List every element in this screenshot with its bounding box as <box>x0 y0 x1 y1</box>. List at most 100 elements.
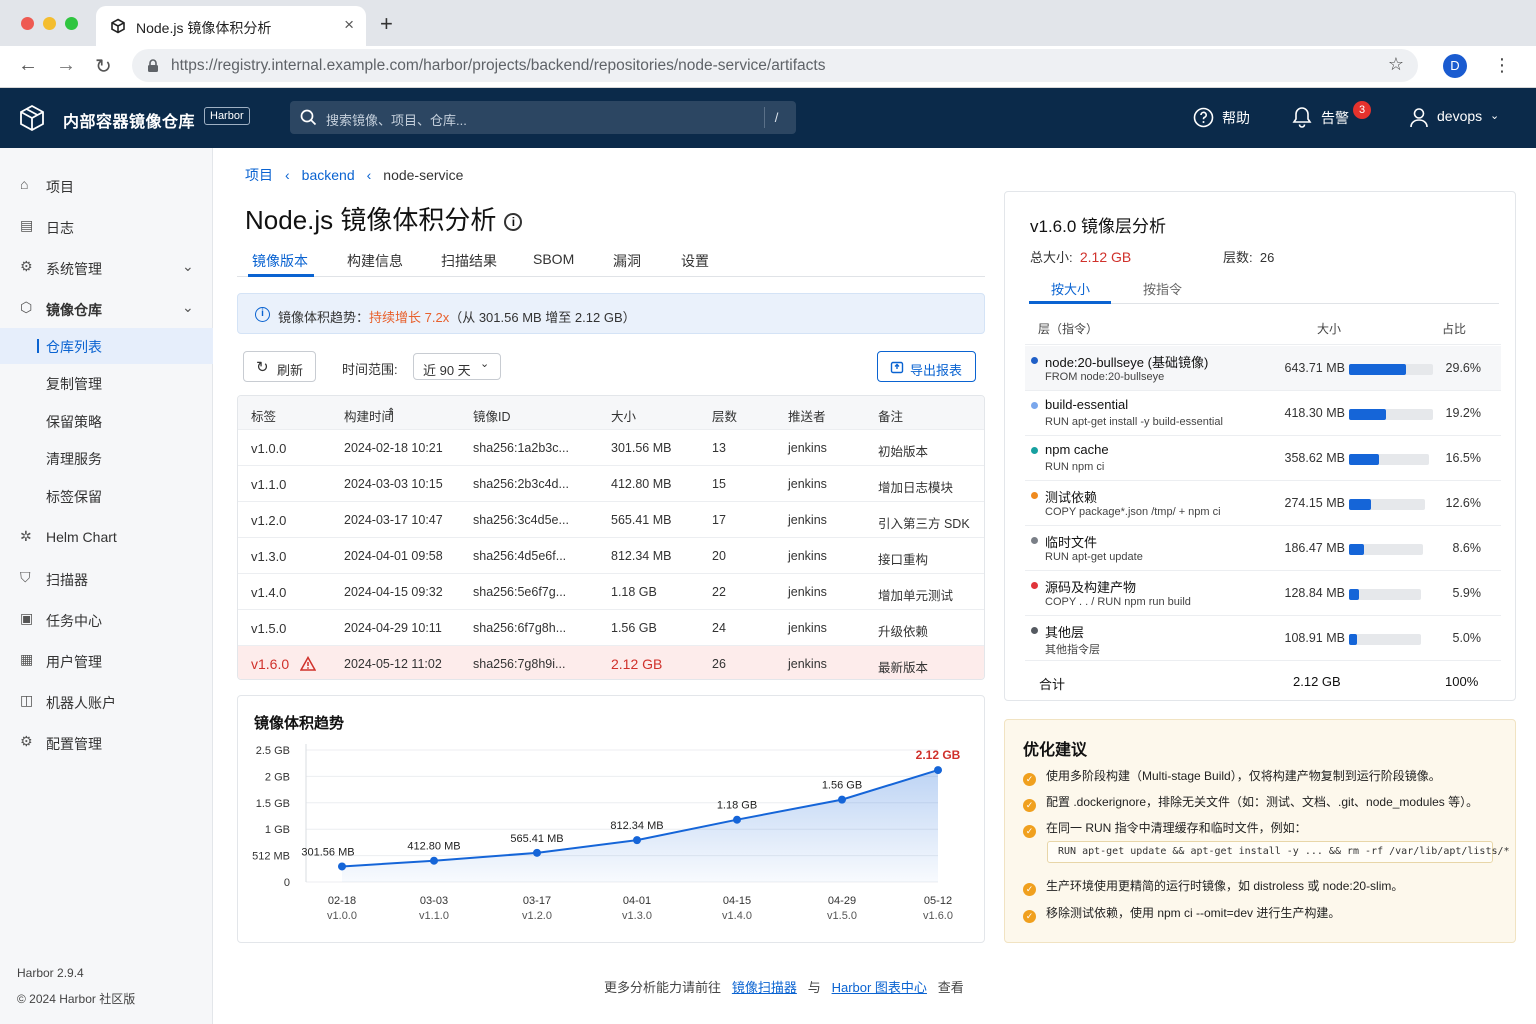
layer-command: RUN npm ci <box>1045 461 1105 473</box>
maximize-window-button[interactable] <box>65 17 78 30</box>
help-link[interactable]: 帮助 <box>1222 108 1250 128</box>
tab-scan-results[interactable]: 扫描结果 <box>441 251 497 271</box>
sidebar-sub-replication[interactable]: 复制管理 <box>0 365 213 401</box>
range-select[interactable]: 近 90 天 ⌄ <box>413 353 501 380</box>
help-icon[interactable] <box>1193 107 1214 128</box>
alerts-link[interactable]: 告警 <box>1321 108 1349 128</box>
chevron-down-icon[interactable]: ⌄ <box>1490 109 1499 122</box>
cell-tag[interactable]: v1.5.0 <box>251 621 286 636</box>
cell-tag[interactable]: v1.4.0 <box>251 585 286 600</box>
bell-icon[interactable] <box>1292 106 1312 128</box>
table-row[interactable]: v1.1.0 2024-03-03 10:15 sha256:2b3c4d... 41… <box>238 466 984 502</box>
sidebar-sub-repo-list[interactable]: 仓库列表 <box>0 328 213 364</box>
bookmark-star-icon[interactable]: ☆ <box>1388 54 1404 75</box>
sidebar-item-label: 用户管理 <box>46 654 102 670</box>
layer-row[interactable]: build-essential RUN apt-get install -y bu… <box>1025 391 1501 436</box>
layer-command: COPY . . / RUN npm run build <box>1045 596 1191 608</box>
refresh-button[interactable]: ↻ 刷新 <box>243 351 316 382</box>
cell-size: 412.80 MB <box>611 477 672 491</box>
cell-tag[interactable]: v1.2.0 <box>251 513 286 528</box>
user-menu[interactable]: devops <box>1437 108 1482 124</box>
sidebar-sub-tag-retention[interactable]: 标签保留 <box>0 478 213 514</box>
forward-icon[interactable]: → <box>56 54 76 77</box>
tab-build-info[interactable]: 构建信息 <box>347 251 403 271</box>
sidebar-item-logs[interactable]: ▤ 日志 <box>0 208 213 246</box>
sidebar-item-users[interactable]: ▦ 用户管理 <box>0 642 213 680</box>
sidebar-item-registry[interactable]: ⬡ 镜像仓库 ⌄ <box>0 290 213 328</box>
tab-by-instruction[interactable]: 按指令 <box>1143 279 1182 298</box>
url-path: /harbor/projects/backend/repositories/no… <box>418 57 826 74</box>
cell-pusher: jenkins <box>788 477 827 491</box>
new-tab-button[interactable]: + <box>380 11 393 37</box>
cell-tag[interactable]: v1.1.0 <box>251 477 286 492</box>
sidebar-item-robots[interactable]: ◫ 机器人账户 <box>0 683 213 721</box>
table-row-latest[interactable]: v1.6.0 2024-05-12 11:02 sha256:7g8h9i... 2… <box>238 646 984 679</box>
sidebar-item-scanners[interactable]: ⛉ 扫描器 <box>0 560 213 598</box>
address-bar[interactable]: https://registry.internal.example.com/ha… <box>132 49 1418 82</box>
sidebar-item-label: 配置管理 <box>46 736 102 752</box>
table-row[interactable]: v1.5.0 2024-04-29 10:11 sha256:6f7g8h... 1.… <box>238 610 984 646</box>
x-tick-label: 04-15 <box>723 895 751 907</box>
layer-row[interactable]: 临时文件 RUN apt-get update 186.47 MB 8.6% <box>1025 526 1501 571</box>
alert-highlight: 持续增长 7.2x <box>369 310 450 325</box>
tab-sbom[interactable]: SBOM <box>533 251 574 267</box>
x-tick-label: 03-17 <box>523 895 551 907</box>
cell-note: 升级依赖 <box>878 625 929 639</box>
cell-layers: 24 <box>712 621 726 635</box>
user-icon[interactable] <box>1409 107 1429 128</box>
minimize-window-button[interactable] <box>43 17 56 30</box>
table-row[interactable]: v1.4.0 2024-04-15 09:32 sha256:5e6f7g... 1.… <box>238 574 984 610</box>
footer-link-charts[interactable]: Harbor 图表中心 <box>832 980 927 995</box>
sidebar-item-projects[interactable]: ⌂ 项目 <box>0 167 213 205</box>
sidebar-item-label: Helm Chart <box>46 529 117 545</box>
tab-vulnerabilities[interactable]: 漏洞 <box>613 251 641 271</box>
sidebar-item-system[interactable]: ⚙ 系统管理 ⌄ <box>0 249 213 287</box>
table-row[interactable]: v1.2.0 2024-03-17 10:47 sha256:3c4d5e... 56… <box>238 502 984 538</box>
sidebar-item-helm[interactable]: ✲ Helm Chart <box>0 519 213 557</box>
export-icon <box>890 361 904 374</box>
layer-row[interactable]: 测试依赖 COPY package*.json /tmp/ + npm ci 274… <box>1025 481 1501 526</box>
sidebar-sub-retention[interactable]: 保留策略 <box>0 403 213 439</box>
sort-icon[interactable]: ⇕ <box>387 407 395 418</box>
back-icon[interactable]: ← <box>18 54 38 77</box>
close-window-button[interactable] <box>21 17 34 30</box>
cell-id: sha256:6f7g8h... <box>473 621 567 635</box>
cell-note: 增加日志模块 <box>878 481 954 495</box>
breadcrumb-projects[interactable]: 项目 <box>245 167 273 183</box>
x-tick-sublabel: v1.0.0 <box>327 910 357 922</box>
cell-tag[interactable]: v1.3.0 <box>251 549 286 564</box>
chevron-down-icon: ⌄ <box>182 299 194 315</box>
data-label: 412.80 MB <box>407 841 460 853</box>
data-label: 565.41 MB <box>510 833 563 845</box>
cell-tag[interactable]: v1.6.0 <box>251 656 289 672</box>
data-point <box>934 766 942 775</box>
tab-settings[interactable]: 设置 <box>681 251 709 271</box>
tab-versions[interactable]: 镜像版本 <box>252 251 308 271</box>
breadcrumb-project[interactable]: backend <box>302 167 355 183</box>
info-icon[interactable]: i <box>504 213 523 231</box>
reload-icon[interactable]: ↻ <box>95 54 112 79</box>
layer-row[interactable]: 其他层 其他指令层 108.91 MB 5.0% <box>1025 616 1501 661</box>
global-search-input[interactable]: 搜索镜像、项目、仓库... / <box>290 101 796 134</box>
check-icon: ✓ <box>1023 799 1036 812</box>
browser-menu-icon[interactable]: ⋮ <box>1493 55 1511 76</box>
export-report-button[interactable]: 导出报表 <box>877 351 976 382</box>
search-placeholder: 搜索镜像、项目、仓库... <box>326 113 467 128</box>
layer-row[interactable]: npm cache RUN npm ci 358.62 MB 16.5% <box>1025 436 1501 481</box>
footer-link-scanner[interactable]: 镜像扫描器 <box>732 980 797 995</box>
alert-prefix: 镜像体积趋势： <box>278 310 370 325</box>
sidebar-sub-gc[interactable]: 清理服务 <box>0 440 213 476</box>
harbor-logo-icon[interactable] <box>18 104 46 132</box>
cell-tag[interactable]: v1.0.0 <box>251 441 286 456</box>
sidebar-item-tasks[interactable]: ▣ 任务中心 <box>0 601 213 639</box>
layer-row[interactable]: 源码及构建产物 COPY . . / RUN npm run build 128.8… <box>1025 571 1501 616</box>
tab-by-size[interactable]: 按大小 <box>1051 279 1090 298</box>
browser-tab[interactable]: Node.js 镜像体积分析 × <box>96 6 366 46</box>
shield-icon: ⛉ <box>20 569 31 585</box>
table-row[interactable]: v1.3.0 2024-04-01 09:58 sha256:4d5e6f... 81… <box>238 538 984 574</box>
layer-row[interactable]: node:20-bullseye (基础镜像) FROM node:20-bull… <box>1025 346 1501 391</box>
profile-avatar[interactable]: D <box>1443 54 1467 78</box>
close-tab-icon[interactable]: × <box>344 15 354 35</box>
sidebar-item-config[interactable]: ⚙ 配置管理 <box>0 724 213 762</box>
table-row[interactable]: v1.0.0 2024-02-18 10:21 sha256:1a2b3c... 30… <box>238 430 984 466</box>
